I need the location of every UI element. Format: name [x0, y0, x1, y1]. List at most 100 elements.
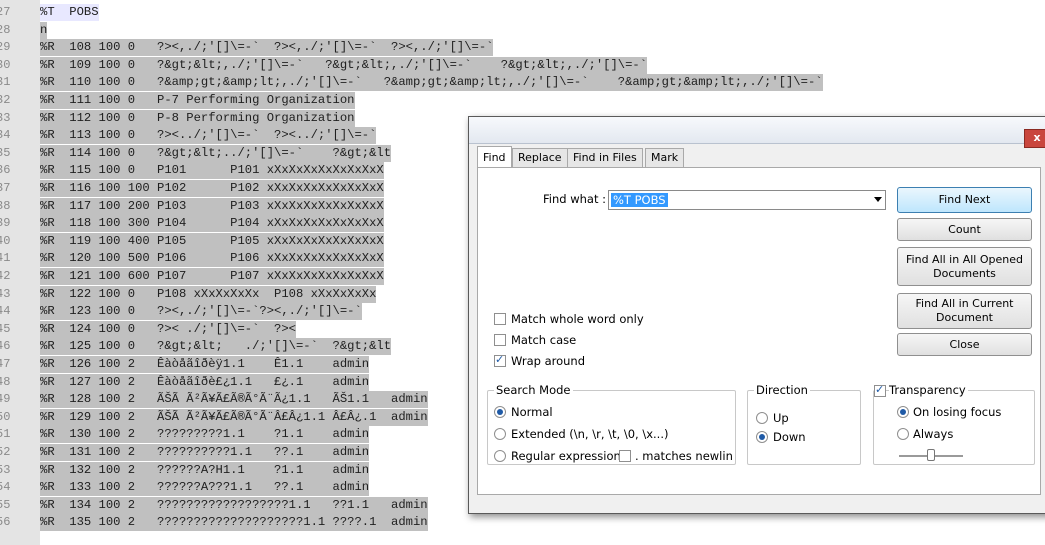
- find-all-current-button[interactable]: Find All in Current Document: [897, 293, 1032, 329]
- line-text[interactable]: %R 122 100 0 P108 xXxXxXxXx P108 xXxXxXx…: [40, 285, 377, 303]
- direction-down-radio[interactable]: [756, 431, 768, 443]
- close-icon[interactable]: x: [1024, 129, 1045, 148]
- editor-line[interactable]: 56 %R 135 100 2 ????????????????????1.1 ?…: [0, 514, 1045, 532]
- line-text[interactable]: %R 116 100 100 P102 P102 xXxXxXxXxXxXxXx…: [40, 180, 384, 197]
- match-whole-word-label[interactable]: Match whole word only: [511, 312, 644, 326]
- line-number: 52: [0, 445, 11, 459]
- line-text[interactable]: %R 132 100 2 ??????A?H1.1 ?1.1 admin: [40, 461, 370, 479]
- search-mode-normal-radio[interactable]: [494, 406, 506, 418]
- transparency-slider-thumb[interactable]: [927, 449, 935, 461]
- line-text[interactable]: %R 117 100 200 P103 P103 xXxXxXxXxXxXxXx…: [40, 197, 384, 215]
- matches-newline-checkbox[interactable]: [619, 450, 631, 462]
- find-what-value: %T POBS: [611, 193, 668, 207]
- line-number: 29: [0, 40, 11, 55]
- wrap-around-checkbox[interactable]: [494, 353, 506, 367]
- line-text[interactable]: %R 118 100 300 P104 P104 xXxXxXxXxXxXxXx…: [40, 215, 384, 233]
- line-text[interactable]: %R 109 100 0 ?&gt;&lt;,./;'[]\=-` ?&gt;&…: [40, 56, 648, 74]
- find-dialog: x Find Replace Find in Files Mark Find w…: [468, 116, 1045, 514]
- search-mode-normal-label[interactable]: Normal: [511, 405, 553, 419]
- line-text[interactable]: %R 115 100 0 P101 P101 xXxXxXxXxXxXxXxX: [40, 162, 384, 180]
- line-number: 39: [0, 216, 11, 231]
- line-number: 37: [0, 181, 11, 195]
- line-text[interactable]: %R 110 100 0 ?&amp;gt;&amp;lt;,./;'[]\=-…: [40, 74, 823, 92]
- line-number: 43: [0, 286, 11, 301]
- line-text[interactable]: %R 108 100 0 ?><,./;'[]\=-` ?><,./;'[]\=…: [40, 39, 494, 57]
- search-mode-regex-label[interactable]: Regular expression: [511, 449, 621, 463]
- line-text[interactable]: %R 134 100 2 ??????????????????1.1 ??1.1…: [40, 496, 428, 514]
- line-text[interactable]: %R 130 100 2 ?????????1.1 ?1.1 admin: [40, 426, 370, 444]
- line-number: 33: [0, 110, 11, 125]
- line-text[interactable]: %R 111 100 0 P-7 Performing Organization: [40, 92, 355, 109]
- always-radio[interactable]: [897, 428, 909, 440]
- on-losing-focus-label[interactable]: On losing focus: [913, 405, 1001, 419]
- line-text[interactable]: %R 125 100 0 ?&gt;&lt; ./;'[]\=-` ?&gt;&…: [40, 338, 392, 356]
- direction-group: Direction: [747, 383, 861, 465]
- line-text[interactable]: %R 121 100 600 P107 P107 xXxXxXxXxXxXxXx…: [40, 268, 384, 285]
- tab-replace[interactable]: Replace: [512, 148, 568, 167]
- direction-up-label[interactable]: Up: [773, 411, 789, 425]
- search-mode-extended-radio[interactable]: [494, 428, 506, 440]
- line-number: 42: [0, 269, 11, 283]
- line-text[interactable]: %R 133 100 2 ??????A???1.1 ??.1 admin: [40, 479, 370, 497]
- line-text[interactable]: %R 128 100 2 ÃŠÃ Ã²Ã¥Ã£Ã®Ã°Ã¨Ã¿1.1 ÃŠ1.1…: [40, 391, 428, 409]
- line-text[interactable]: %R 126 100 2 Êàòåãîðèÿ1.1 Ê1.1 admin: [40, 356, 370, 373]
- tab-mark[interactable]: Mark: [645, 148, 685, 167]
- line-text[interactable]: %R 131 100 2 ??????????1.1 ??.1 admin: [40, 444, 370, 461]
- direction-title: Direction: [754, 383, 810, 397]
- tab-find-in-files[interactable]: Find in Files: [567, 148, 643, 167]
- dialog-titlebar[interactable]: [469, 117, 1045, 144]
- match-case-label[interactable]: Match case: [511, 333, 576, 347]
- line-text[interactable]: %R 112 100 0 P-8 Performing Organization: [40, 109, 355, 127]
- line-text[interactable]: %R 135 100 2 ????????????????????1.1 ???…: [40, 514, 428, 532]
- transparency-label[interactable]: Transparency: [889, 383, 968, 397]
- always-label[interactable]: Always: [913, 427, 953, 441]
- match-case-checkbox[interactable]: [494, 334, 506, 346]
- on-losing-focus-radio[interactable]: [897, 406, 909, 418]
- wrap-around-label[interactable]: Wrap around: [511, 354, 585, 368]
- line-text[interactable]: %R 129 100 2 ÃŠÃ Ã²Ã¥Ã£Ã®Ã°Ã¨Â£Â¿1.1 Â£Â…: [40, 408, 428, 426]
- editor-line[interactable]: 29 %R 108 100 0 ?><,./;'[]\=-` ?><,./;'[]…: [0, 39, 1045, 57]
- line-number: 35: [0, 145, 11, 160]
- line-number: 30: [0, 57, 11, 72]
- count-button[interactable]: Count: [897, 218, 1032, 241]
- line-text[interactable]: %R 113 100 0 ?><../;'[]\=-` ?><../;'[]\=…: [40, 127, 377, 145]
- editor-line[interactable]: 32 %R 111 100 0 P-7 Performing Organizati…: [0, 92, 1045, 109]
- line-number: 27: [0, 5, 11, 19]
- find-all-opened-button[interactable]: Find All in All Opened Documents: [897, 247, 1032, 286]
- line-number: 45: [0, 321, 11, 336]
- close-button[interactable]: Close: [897, 333, 1032, 356]
- line-text[interactable]: %R 114 100 0 ?&gt;&lt;../;'[]\=-` ?&gt;&…: [40, 144, 392, 162]
- find-what-input[interactable]: %T POBS: [608, 190, 886, 210]
- editor-line[interactable]: 30 %R 109 100 0 ?&gt;&lt;,./;'[]\=-` ?&gt…: [0, 56, 1045, 74]
- find-next-button[interactable]: Find Next: [897, 187, 1032, 213]
- line-text[interactable]: %R 124 100 0 ?>< ./;'[]\=-` ?><: [40, 320, 296, 338]
- line-number: 55: [0, 497, 11, 512]
- line-text[interactable]: %R 127 100 2 Êàòåãîðè£¿1.1 £¿.1 admin: [40, 373, 370, 391]
- search-mode-regex-radio[interactable]: [494, 450, 506, 462]
- line-text[interactable]: %R 119 100 400 P105 P105 xXxXxXxXxXxXxXx…: [40, 232, 384, 250]
- tab-find[interactable]: Find: [477, 146, 512, 168]
- chevron-down-icon[interactable]: [874, 197, 882, 202]
- line-number: 44: [0, 304, 11, 319]
- line-number: 32: [0, 93, 11, 107]
- line-number: 38: [0, 198, 11, 213]
- transparency-checkbox[interactable]: [874, 383, 886, 397]
- line-number: 54: [0, 480, 11, 495]
- search-mode-extended-label[interactable]: Extended (\n, \r, \t, \0, \x...): [511, 427, 668, 441]
- line-text[interactable]: %R 123 100 0 ?><,./;'[]\=-`?><,./;'[]\=-…: [40, 303, 362, 321]
- line-text[interactable]: %T POBS: [40, 4, 99, 21]
- match-whole-word-checkbox[interactable]: [494, 313, 506, 325]
- line-number: 41: [0, 251, 11, 266]
- line-text[interactable]: %R 120 100 500 P106 P106 xXxXxXxXxXxXxXx…: [40, 250, 384, 268]
- line-number: 53: [0, 462, 11, 477]
- editor-line[interactable]: 31 %R 110 100 0 ?&amp;gt;&amp;lt;,./;'[]\…: [0, 74, 1045, 92]
- editor-line[interactable]: 27 %T POBS: [0, 4, 1045, 21]
- direction-up-radio[interactable]: [756, 412, 768, 424]
- line-text[interactable]: n: [40, 21, 48, 39]
- line-number: 36: [0, 163, 11, 178]
- line-number: 40: [0, 233, 11, 248]
- line-number: 34: [0, 128, 11, 143]
- editor-line[interactable]: 28 n: [0, 21, 1045, 39]
- matches-newline-label[interactable]: . matches newlin: [635, 449, 733, 463]
- direction-down-label[interactable]: Down: [773, 430, 806, 444]
